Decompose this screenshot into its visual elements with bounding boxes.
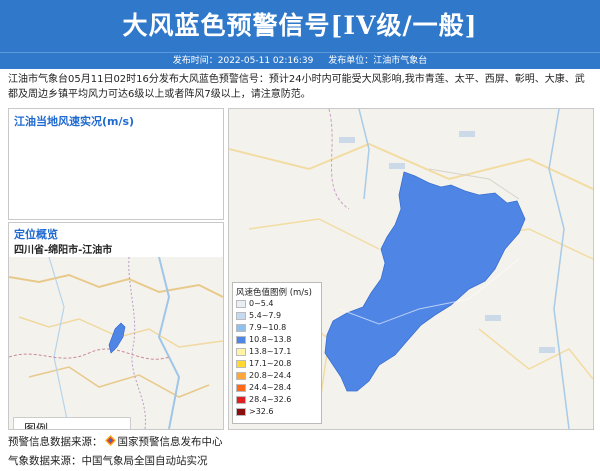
wind-swatch-1: [236, 311, 246, 320]
wind-swatch-6: [236, 371, 246, 380]
wind-legend-row-7: 24.4~28.4: [236, 382, 291, 393]
wind-legend-label-7: 24.4~28.4: [249, 383, 292, 392]
overview-map-graphic: [9, 256, 223, 429]
wind-legend-row-9: >32.6: [236, 406, 274, 417]
wind-swatch-7: [236, 383, 246, 392]
wind-swatch-0: [236, 299, 246, 308]
weather-data-source: 气象数据来源：中国气象局全国自动站实况: [8, 453, 208, 468]
location-path: 四川省-绵阳市-江油市: [14, 245, 113, 256]
map-legend: 图例 国界 省界: [13, 417, 131, 430]
wind-legend-row-1: 5.4~7.9: [236, 310, 281, 321]
weather-source-value: 中国气象局全国自动站实况: [81, 455, 208, 467]
wind-swatch-8: [236, 395, 246, 404]
publisher: 发布单位：江油市气象台: [328, 56, 428, 66]
wind-legend-title: 风速色值图例 (m/s): [236, 288, 312, 298]
wind-legend-row-8: 28.4~32.6: [236, 394, 291, 405]
weather-source-label: 气象数据来源：: [8, 455, 82, 467]
wind-speed-title: 江油当地风速实况(m/s): [14, 115, 135, 128]
wind-legend-row-3: 10.8~13.8: [236, 334, 291, 345]
wind-swatch-4: [236, 347, 246, 356]
wind-legend-label-0: 0~5.4: [249, 299, 274, 308]
wind-legend-row-2: 7.9~10.8: [236, 322, 286, 333]
wind-legend-label-5: 17.1~20.8: [249, 359, 292, 368]
warning-source-value: 国家预警信息发布中心: [117, 436, 223, 448]
warning-source: 预警信息数据来源： 国家预警信息发布中心: [8, 434, 223, 449]
wind-swatch-3: [236, 335, 246, 344]
location-overview-panel: 定位概览 四川省-绵阳市-江油市 图例 国界 省界: [8, 222, 224, 430]
warning-description: 江油市气象台05月11日02时16分发布大风蓝色预警信号：预计24小时内可能受大…: [8, 74, 585, 100]
wind-swatch-2: [236, 323, 246, 332]
wind-legend-label-3: 10.8~13.8: [249, 335, 292, 344]
wind-legend-row-5: 17.1~20.8: [236, 358, 291, 369]
wind-legend-label-6: 20.8~24.4: [249, 371, 292, 380]
publish-info-bar: 发布时间：2022-05-11 02:16:39 发布单位：江油市气象台: [0, 52, 600, 69]
wind-legend-label-9: >32.6: [249, 407, 274, 416]
warning-header: 大风蓝色预警信号[IV级/一般]: [0, 0, 600, 52]
wind-legend-row-0: 0~5.4: [236, 298, 274, 309]
map-legend-title: 图例: [24, 422, 49, 430]
location-overview-title: 定位概览: [14, 228, 58, 241]
warning-source-label: 预警信息数据来源：: [8, 436, 103, 448]
wind-legend-row-4: 13.8~17.1: [236, 346, 291, 357]
overview-map[interactable]: 图例 国界 省界: [9, 256, 223, 430]
wind-legend-label-4: 13.8~17.1: [249, 347, 292, 356]
release-center-logo-icon: [104, 435, 116, 446]
wind-speed-panel: 江油当地风速实况(m/s): [8, 108, 224, 220]
wind-swatch-9: [236, 407, 246, 416]
wind-speed-legend: 风速色值图例 (m/s) 0~5.4 5.4~7.9 7.9~10.8 10.8…: [232, 282, 322, 424]
wind-legend-label-8: 28.4~32.6: [249, 395, 292, 404]
wind-legend-row-6: 20.8~24.4: [236, 370, 291, 381]
wind-swatch-5: [236, 359, 246, 368]
wind-legend-label-2: 7.9~10.8: [249, 323, 287, 332]
publish-time: 发布时间：2022-05-11 02:16:39: [172, 56, 314, 66]
warning-title: 大风蓝色预警信号[IV级/一般]: [122, 11, 478, 40]
wind-legend-label-1: 5.4~7.9: [249, 311, 282, 320]
